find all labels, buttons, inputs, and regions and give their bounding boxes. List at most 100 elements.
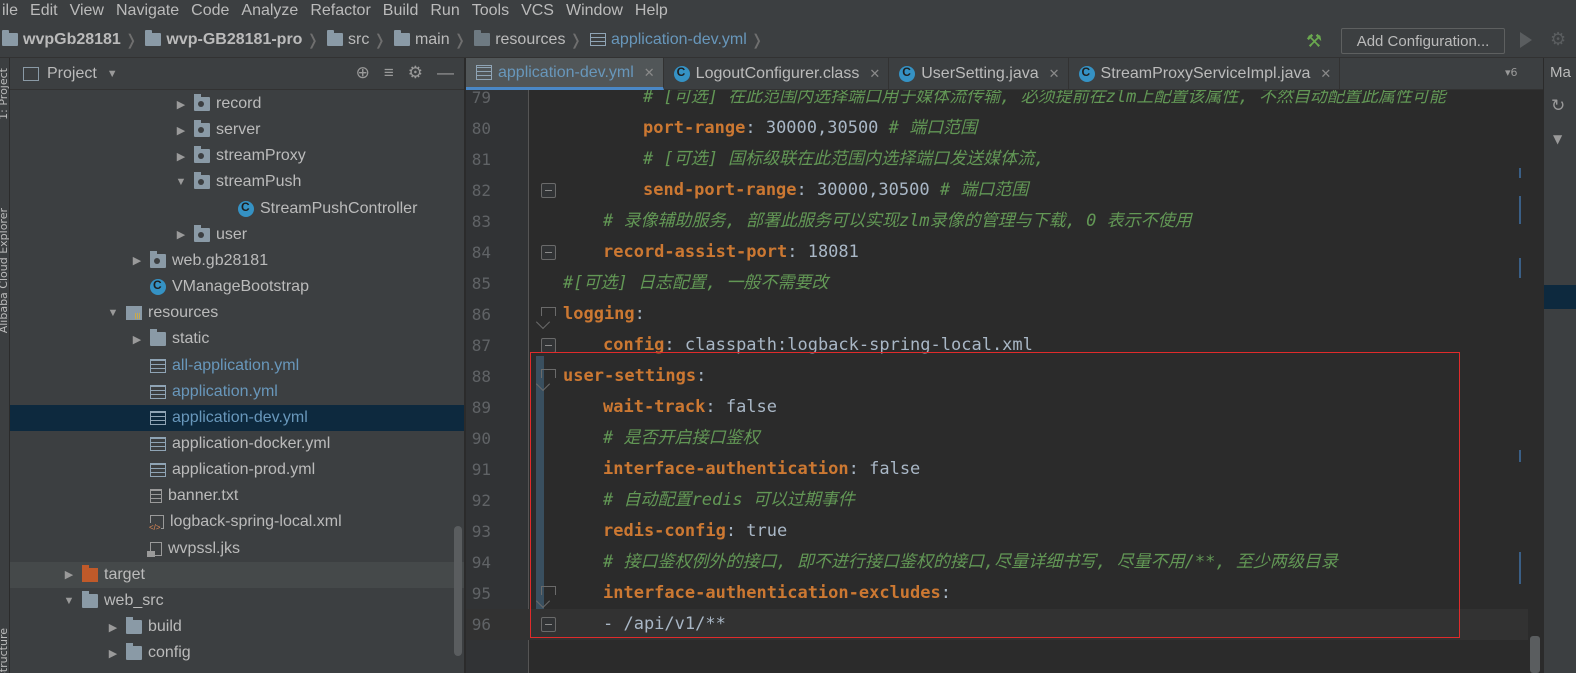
tab-logoutconfigurer-class[interactable]: LogoutConfigurer.class ✕ [664, 58, 890, 90]
fold-collapse-icon[interactable] [541, 307, 556, 322]
menu-item-view[interactable]: View [64, 2, 110, 20]
run-icon[interactable] [1520, 32, 1532, 48]
gear-icon[interactable]: ⚙ [408, 63, 423, 83]
package-icon [194, 172, 210, 190]
tree-item[interactable]: ▶ static [10, 326, 464, 352]
menu-item-vcs[interactable]: VCS [515, 2, 560, 20]
fold-end-icon[interactable] [541, 183, 556, 198]
line-number: 86 [471, 305, 491, 324]
tab-streamproxyserviceimpl-java[interactable]: StreamProxyServiceImpl.java ✕ [1069, 58, 1341, 90]
tree-item[interactable]: ▼ web_src [10, 588, 464, 614]
menu-item-tools[interactable]: Tools [466, 2, 515, 20]
close-icon[interactable]: ✕ [1320, 66, 1331, 82]
code-text: - /api/v1/** [603, 609, 726, 640]
breadcrumb-item[interactable]: resources ❭ [466, 30, 582, 49]
chevron-right-icon[interactable]: ▶ [174, 98, 188, 111]
tree-item[interactable]: ▼ resources [10, 300, 464, 326]
menu-item-refactor[interactable]: Refactor [304, 2, 376, 20]
maven-panel: Ma ↻ ▼ [1543, 58, 1576, 673]
tree-item[interactable]: VManageBootstrap [10, 274, 464, 300]
chevron-right-icon[interactable]: ▶ [130, 333, 144, 346]
chevron-right-icon[interactable]: ▶ [174, 150, 188, 163]
chevron-down-icon[interactable]: ▼ [62, 595, 76, 607]
fold-collapse-icon[interactable] [541, 586, 556, 601]
class-icon [238, 200, 254, 217]
chevron-down-icon[interactable]: ▼ [1553, 132, 1562, 146]
tool-tab-project[interactable]: 1: Project [0, 68, 9, 120]
tool-tab-structure[interactable]: Structure [0, 628, 9, 673]
chevron-down-icon[interactable]: ▼ [174, 176, 188, 188]
tree-item[interactable]: StreamPushController [10, 196, 464, 222]
tree-item[interactable]: ▶ target [10, 561, 464, 588]
selected-row[interactable] [1544, 285, 1576, 309]
package-icon [194, 94, 210, 111]
menu-item-ile[interactable]: ile [0, 2, 24, 20]
breadcrumb-item[interactable]: src ❭ [319, 30, 386, 49]
tree-item[interactable]: application-prod.yml [10, 457, 464, 483]
tree-item[interactable]: application-dev.yml [10, 404, 464, 431]
project-scrollbar[interactable] [454, 526, 462, 656]
code-line: 89 wait-track: false [466, 392, 1528, 423]
menu-item-run[interactable]: Run [424, 2, 465, 20]
project-panel-title[interactable]: Project [47, 65, 97, 83]
chevron-right-icon[interactable]: ▶ [62, 568, 76, 581]
close-icon[interactable]: ✕ [869, 66, 880, 82]
minimize-icon[interactable]: — [437, 63, 454, 83]
tree-item[interactable]: banner.txt [10, 483, 464, 509]
tree-item[interactable]: application.yml [10, 379, 464, 405]
tree-item[interactable]: application-docker.yml [10, 431, 464, 457]
yaml-value: - /api/v1/** [603, 614, 726, 634]
breadcrumb-label: wvpGb28181 [23, 30, 121, 48]
chevron-down-icon[interactable]: ▼ [107, 68, 118, 80]
hammer-icon[interactable]: ⚒ [1306, 31, 1328, 52]
tree-item[interactable]: ▶ config [10, 640, 464, 666]
chevron-right-icon[interactable]: ▶ [174, 228, 188, 241]
chevron-right-icon: ❭ [453, 31, 467, 49]
collapse-all-icon[interactable]: ≡ [384, 63, 394, 83]
refresh-icon[interactable]: ↻ [1551, 96, 1565, 116]
tree-item[interactable]: wvpssl.jks [10, 536, 464, 562]
chevron-right-icon[interactable]: ▶ [106, 621, 120, 634]
tab-application-dev-yml[interactable]: application-dev.yml ✕ [466, 58, 664, 90]
tree-item[interactable]: ▶ server [10, 117, 464, 143]
editor-scrollbar[interactable] [1530, 636, 1540, 673]
tab-overflow-count[interactable]: ▾6 [1505, 66, 1518, 79]
breadcrumb-item[interactable]: application-dev.yml ❭ [582, 31, 763, 49]
chevron-right-icon[interactable]: ▶ [174, 124, 188, 137]
maven-panel-title[interactable]: Ma [1550, 64, 1571, 81]
tree-item[interactable]: ▶ web.gb28181 [10, 248, 464, 274]
close-icon[interactable]: ✕ [1049, 66, 1060, 82]
tree-item[interactable]: logback-spring-local.xml [10, 509, 464, 535]
chevron-down-icon[interactable]: ▼ [106, 307, 120, 319]
add-configuration-button[interactable]: Add Configuration... [1341, 28, 1505, 54]
tree-item[interactable]: all-application.yml [10, 353, 464, 379]
fold-end-icon[interactable] [541, 617, 556, 632]
fold-collapse-icon[interactable] [541, 369, 556, 384]
breadcrumb-item[interactable]: wvpGb28181 ❭ [0, 30, 137, 49]
tab-usersetting-java[interactable]: UserSetting.java ✕ [889, 58, 1069, 90]
tree-item[interactable]: ▶ streamProxy [10, 143, 464, 169]
menu-item-help[interactable]: Help [629, 2, 674, 20]
tree-item[interactable]: ▼ streamPush [10, 169, 464, 195]
breadcrumb-label: wvp-GB28181-pro [166, 30, 303, 48]
locate-icon[interactable]: ⊕ [356, 63, 370, 83]
tree-item[interactable]: ▶ record [10, 91, 464, 117]
menu-item-build[interactable]: Build [377, 2, 425, 20]
tree-item[interactable]: ▶ build [10, 614, 464, 640]
fold-end-icon[interactable] [541, 338, 556, 353]
breadcrumb-item[interactable]: main ❭ [386, 30, 467, 49]
close-icon[interactable]: ✕ [644, 65, 655, 81]
menu-item-edit[interactable]: Edit [24, 2, 64, 20]
chevron-right-icon[interactable]: ▶ [130, 254, 144, 267]
chevron-right-icon[interactable]: ▶ [106, 647, 120, 660]
menu-item-navigate[interactable]: Navigate [110, 2, 185, 20]
menu-item-analyze[interactable]: Analyze [235, 2, 304, 20]
tree-item[interactable]: ▶ user [10, 222, 464, 248]
breadcrumb-item[interactable]: wvp-GB28181-pro ❭ [137, 30, 319, 49]
menu-item-code[interactable]: Code [185, 2, 235, 20]
fold-end-icon[interactable] [541, 245, 556, 260]
gear-icon[interactable]: ⚙ [1550, 29, 1566, 50]
menu-item-window[interactable]: Window [560, 2, 629, 20]
code-editor[interactable]: 79 # [可选] 在此范围内选择端口用于媒体流传输, 必须提前在zlm上配置该属… [466, 90, 1528, 673]
tool-tab-cloud-explorer[interactable]: Alibaba Cloud Explorer [0, 208, 9, 333]
